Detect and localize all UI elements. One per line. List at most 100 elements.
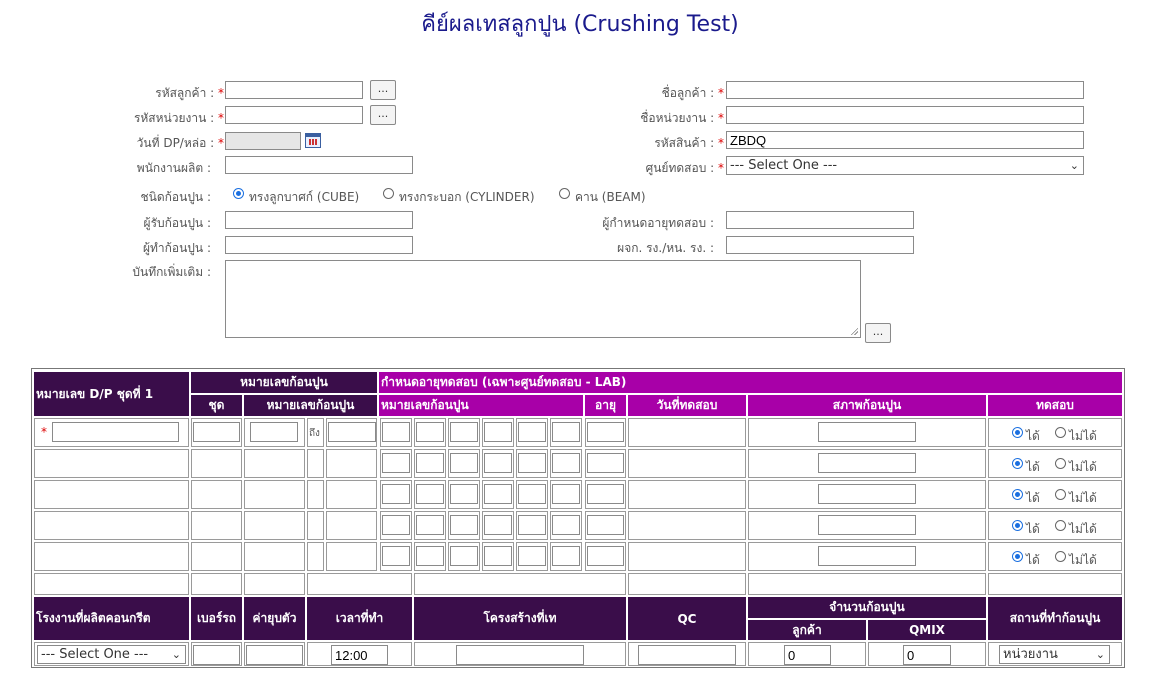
lab-specimen-input[interactable] <box>450 484 478 504</box>
radio-beam-label: คาน (BEAM) <box>575 190 646 204</box>
radio-test-no[interactable] <box>1055 489 1066 500</box>
site-browse-button[interactable]: ... <box>370 105 396 125</box>
header-dp-set: หมายเลข D/P ชุดที่ 1 <box>34 372 189 416</box>
radio-beam[interactable] <box>559 188 570 199</box>
qc-input[interactable] <box>638 645 736 665</box>
lab-specimen-input[interactable] <box>552 422 580 442</box>
lab-specimen-input[interactable] <box>484 546 512 566</box>
site-code-input[interactable] <box>225 106 363 124</box>
age-input[interactable] <box>587 422 624 442</box>
lab-specimen-input[interactable] <box>518 484 546 504</box>
spacer-cell <box>244 573 305 595</box>
specimen-from-input[interactable] <box>250 422 298 442</box>
lab-specimen-input[interactable] <box>552 515 580 535</box>
age-input[interactable] <box>587 515 624 535</box>
chevron-down-icon: ⌄ <box>171 648 181 661</box>
header-test: ทดสอบ <box>988 395 1122 416</box>
lab-specimen-input[interactable] <box>416 546 444 566</box>
plant-select[interactable]: --- Select One --- ⌄ <box>37 645 186 664</box>
site-name-input[interactable] <box>726 106 1084 124</box>
radio-test-yes[interactable] <box>1012 551 1023 562</box>
specimen-to-input[interactable] <box>328 422 376 442</box>
radio-test-yes-label: ได้ <box>1026 522 1040 536</box>
lab-specimen-input[interactable] <box>382 546 410 566</box>
radio-test-yes-label: ได้ <box>1026 491 1040 505</box>
lab-specimen-input[interactable] <box>416 453 444 473</box>
set-cell <box>191 542 242 571</box>
radio-test-yes[interactable] <box>1012 489 1023 500</box>
lab-specimen-input[interactable] <box>382 453 410 473</box>
slump-input[interactable] <box>246 645 303 665</box>
radio-test-no[interactable] <box>1055 520 1066 531</box>
structure-input[interactable] <box>456 645 584 665</box>
dp-number-input[interactable] <box>52 422 179 442</box>
lab-specimen-input[interactable] <box>518 422 546 442</box>
age-input[interactable] <box>587 484 624 504</box>
production-staff-input[interactable] <box>225 156 413 174</box>
lab-specimen-input[interactable] <box>450 546 478 566</box>
dp-number-cell <box>34 511 189 540</box>
lab-specimen-input[interactable] <box>450 515 478 535</box>
lab-specimen-input[interactable] <box>484 515 512 535</box>
lab-specimen-input[interactable] <box>416 515 444 535</box>
condition-input[interactable] <box>818 546 916 566</box>
radio-cube[interactable] <box>233 188 244 199</box>
lab-specimen-input[interactable] <box>450 453 478 473</box>
manager-input[interactable] <box>726 236 914 254</box>
receiver-input[interactable] <box>225 211 413 229</box>
spacer-cell <box>414 573 626 595</box>
time-input[interactable] <box>331 645 388 665</box>
condition-input[interactable] <box>818 422 916 442</box>
customer-name-input[interactable] <box>726 81 1084 99</box>
radio-test-no[interactable] <box>1055 458 1066 469</box>
radio-test-no[interactable] <box>1055 427 1066 438</box>
lab-specimen-input[interactable] <box>484 484 512 504</box>
lab-specimen-input[interactable] <box>450 422 478 442</box>
customer-browse-button[interactable]: ... <box>370 80 396 100</box>
maker-input[interactable] <box>225 236 413 254</box>
maker-label: ผู้ทำก้อนปูน : <box>142 241 211 255</box>
qmix-count-input[interactable] <box>903 645 951 665</box>
age-input[interactable] <box>587 453 624 473</box>
product-code-input[interactable] <box>726 131 1084 149</box>
radio-test-no[interactable] <box>1055 551 1066 562</box>
notes-textarea[interactable] <box>225 260 861 338</box>
condition-input[interactable] <box>818 453 916 473</box>
truck-input[interactable] <box>193 645 240 665</box>
lab-specimen-input[interactable] <box>416 484 444 504</box>
place-select[interactable]: หน่วยงาน ⌄ <box>999 645 1110 664</box>
to-cell <box>307 542 324 571</box>
calendar-icon[interactable] <box>305 133 321 148</box>
lab-specimen-input[interactable] <box>552 546 580 566</box>
age-setter-input[interactable] <box>726 211 914 229</box>
radio-test-no-label: ไม่ได้ <box>1069 460 1097 474</box>
test-date-cell <box>628 449 746 478</box>
lab-specimen-input[interactable] <box>484 453 512 473</box>
radio-test-yes[interactable] <box>1012 520 1023 531</box>
radio-test-yes[interactable] <box>1012 427 1023 438</box>
test-center-select[interactable]: --- Select One --- ⌄ <box>726 156 1084 175</box>
lab-specimen-input[interactable] <box>382 515 410 535</box>
lab-specimen-input[interactable] <box>552 453 580 473</box>
customer-code-input[interactable] <box>225 81 363 99</box>
lab-specimen-input[interactable] <box>382 484 410 504</box>
spacer-cell <box>748 573 986 595</box>
lab-specimen-input[interactable] <box>484 422 512 442</box>
radio-cylinder[interactable] <box>383 188 394 199</box>
condition-input[interactable] <box>818 484 916 504</box>
customer-count-input[interactable] <box>784 645 831 665</box>
lab-specimen-input[interactable] <box>416 422 444 442</box>
radio-cylinder-label: ทรงกระบอก (CYLINDER) <box>399 190 535 204</box>
age-input[interactable] <box>587 546 624 566</box>
resize-grip-icon[interactable] <box>850 327 858 335</box>
lab-specimen-input[interactable] <box>518 515 546 535</box>
lab-specimen-input[interactable] <box>518 546 546 566</box>
radio-test-yes[interactable] <box>1012 458 1023 469</box>
set-input[interactable] <box>193 422 240 442</box>
lab-specimen-input[interactable] <box>518 453 546 473</box>
condition-input[interactable] <box>818 515 916 535</box>
dp-date-input[interactable] <box>225 132 301 150</box>
lab-specimen-input[interactable] <box>382 422 410 442</box>
lab-specimen-input[interactable] <box>552 484 580 504</box>
notes-browse-button[interactable]: ... <box>865 323 891 343</box>
